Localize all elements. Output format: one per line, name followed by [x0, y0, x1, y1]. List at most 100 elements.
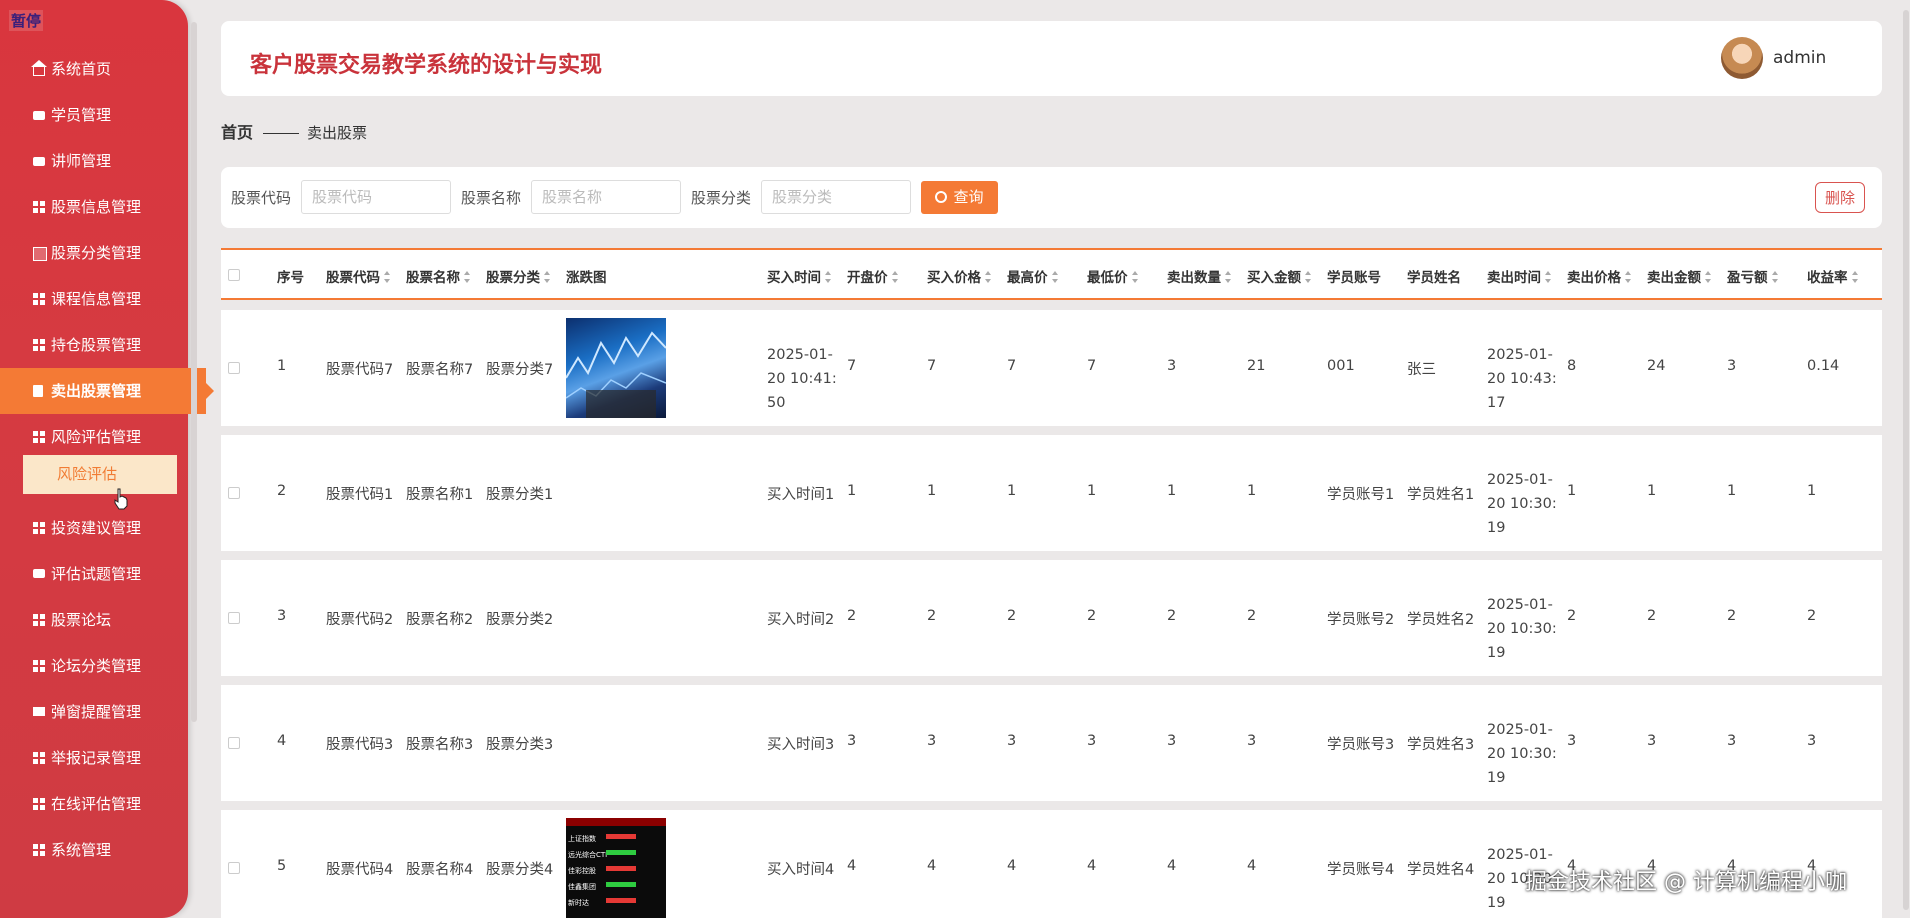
table-row[interactable]: 4 股票代码3 股票名称3 股票分类3 买入时间3 3 3 3 3 3 3 学员账号3 学员姓名3 202… [221, 685, 1882, 801]
sort-arrows-icon[interactable] [1305, 271, 1312, 283]
sidebar-item-0[interactable]: 系统首页 [0, 46, 188, 92]
cell-profit: 2 [1727, 608, 1737, 624]
cell-name: 股票名称1 [406, 487, 474, 503]
row-checkbox[interactable] [228, 487, 240, 499]
sidebar-item-11[interactable]: 股票论坛 [0, 597, 188, 643]
pause-tag[interactable]: 暂停 [9, 10, 44, 31]
cell-code: 股票代码7 [326, 362, 394, 378]
sort-arrows-icon[interactable] [1705, 271, 1712, 283]
column-header-16[interactable]: 卖出金额 [1647, 266, 1712, 286]
column-header-8[interactable]: 最高价 [1007, 266, 1059, 286]
cell-sell_amount: 1 [1647, 483, 1657, 499]
cell-buy_time: 买入时间1 [767, 487, 835, 503]
sidebar-item-10[interactable]: 评估试题管理 [0, 551, 188, 597]
sidebar-item-12[interactable]: 论坛分类管理 [0, 643, 188, 689]
sort-arrows-icon[interactable] [1131, 271, 1139, 283]
cell-sell_time: 2025-01-20 10:30:19 [1487, 597, 1557, 661]
row-checkbox[interactable] [228, 737, 240, 749]
sidebar-item-8[interactable]: 风险评估管理 [0, 414, 188, 460]
sidebar-item-16[interactable]: 系统管理 [0, 827, 188, 873]
column-header-label: 买入价格 [927, 270, 981, 286]
monitor-icon [33, 707, 45, 716]
sidebar-item-label: 系统管理 [51, 841, 112, 859]
column-header-2[interactable]: 股票名称 [406, 266, 471, 286]
sort-arrows-icon[interactable] [464, 271, 471, 283]
cell-student: 张三 [1407, 362, 1436, 378]
sidebar-scrollbar[interactable] [191, 22, 197, 722]
sidebar-item-6[interactable]: 持仓股票管理 [0, 322, 188, 368]
sidebar-item-2[interactable]: 讲师管理 [0, 138, 188, 184]
avatar[interactable] [1721, 37, 1763, 79]
column-header-14[interactable]: 卖出时间 [1487, 266, 1552, 286]
column-header-17[interactable]: 盈亏额 [1727, 266, 1779, 286]
row-checkbox[interactable] [228, 362, 240, 374]
column-header-5[interactable]: 买入时间 [767, 266, 832, 286]
sidebar-item-9[interactable]: 投资建议管理 [0, 505, 188, 551]
cell-high: 3 [1007, 733, 1017, 749]
column-header-9[interactable]: 最低价 [1087, 266, 1139, 286]
stock-name-input[interactable] [531, 180, 681, 214]
query-button[interactable]: 查询 [921, 181, 998, 214]
column-header-10[interactable]: 卖出数量 [1167, 266, 1232, 286]
sort-arrows-icon[interactable] [891, 271, 899, 283]
stock-category-input[interactable] [761, 180, 911, 214]
cell-buy_price: 4 [927, 858, 937, 874]
sidebar-item-15[interactable]: 在线评估管理 [0, 781, 188, 827]
table-row[interactable]: 3 股票代码2 股票名称2 股票分类2 买入时间2 2 2 2 2 2 2 学员账号2 学员姓名2 202… [221, 560, 1882, 676]
column-header-label: 最低价 [1087, 270, 1128, 286]
sidebar-item-3[interactable]: 股票信息管理 [0, 184, 188, 230]
stock-chart-thumbnail[interactable]: 上证指数 远光综合CTI 佳彩控股 佳鑫集团 新时达 [566, 818, 666, 918]
sort-arrows-icon[interactable] [1625, 271, 1632, 283]
delete-button[interactable]: 删除 [1815, 182, 1865, 213]
submenu-item-risk-eval[interactable]: 风险评估 [23, 455, 177, 494]
sort-arrows-icon[interactable] [384, 271, 391, 283]
quote-line: 佳彩控股 [568, 867, 596, 875]
breadcrumb-home[interactable]: 首页 [221, 123, 253, 142]
sort-arrows-icon[interactable] [1851, 271, 1859, 283]
column-header-6[interactable]: 开盘价 [847, 266, 899, 286]
grid-icon [33, 798, 45, 810]
sort-arrows-icon[interactable] [544, 271, 551, 283]
cell-sell_price: 2 [1567, 608, 1577, 624]
main-scrollbar[interactable] [1903, 10, 1909, 910]
column-header-1[interactable]: 股票代码 [326, 266, 391, 286]
cell-sell_price: 8 [1567, 358, 1577, 374]
table-row[interactable]: 1 股票代码7 股票名称7 股票分类7 2025-01-20 10:41:50 7 7 7 7 3… [221, 310, 1882, 426]
sidebar-item-13[interactable]: 弹窗提醒管理 [0, 689, 188, 735]
sidebar-item-7[interactable]: 卖出股票管理 [0, 368, 214, 414]
column-header-18[interactable]: 收益率 [1807, 266, 1859, 286]
select-all-checkbox[interactable] [228, 269, 240, 281]
cell-no: 2 [277, 483, 287, 499]
sidebar-item-4[interactable]: 股票分类管理 [0, 230, 188, 276]
column-header-11[interactable]: 买入金额 [1247, 266, 1312, 286]
sidebar-item-label: 评估试题管理 [51, 565, 142, 583]
column-header-7[interactable]: 买入价格 [927, 266, 992, 286]
cell-student: 学员姓名4 [1407, 862, 1475, 878]
sort-arrows-icon[interactable] [1225, 271, 1232, 283]
cell-high: 4 [1007, 858, 1017, 874]
sort-arrows-icon[interactable] [1545, 271, 1552, 283]
cell-no: 4 [277, 733, 287, 749]
sort-arrows-icon[interactable] [1051, 271, 1059, 283]
stock-chart-thumbnail[interactable] [566, 318, 666, 418]
username[interactable]: admin [1773, 48, 1826, 68]
cell-student: 学员姓名1 [1407, 487, 1475, 503]
cell-account: 001 [1327, 358, 1355, 374]
column-header-15[interactable]: 卖出价格 [1567, 266, 1632, 286]
table-row[interactable]: 2 股票代码1 股票名称1 股票分类1 买入时间1 1 1 1 1 1 1 学员账号1 学员姓名1 202… [221, 435, 1882, 551]
sidebar-item-label: 在线评估管理 [51, 795, 142, 813]
cell-buy_amount: 1 [1247, 483, 1257, 499]
sort-arrows-icon[interactable] [825, 271, 832, 283]
sidebar-item-1[interactable]: 学员管理 [0, 92, 188, 138]
cell-sell_amount: 2 [1647, 608, 1657, 624]
sidebar-item-5[interactable]: 课程信息管理 [0, 276, 188, 322]
search-icon [935, 191, 948, 203]
cell-sell_time: 2025-01-20 10:30:19 [1487, 472, 1557, 536]
sidebar-item-14[interactable]: 举报记录管理 [0, 735, 188, 781]
sort-arrows-icon[interactable] [1771, 271, 1779, 283]
stock-code-input[interactable] [301, 180, 451, 214]
row-checkbox[interactable] [228, 862, 240, 874]
row-checkbox[interactable] [228, 612, 240, 624]
sort-arrows-icon[interactable] [985, 271, 992, 283]
column-header-3[interactable]: 股票分类 [486, 266, 551, 286]
